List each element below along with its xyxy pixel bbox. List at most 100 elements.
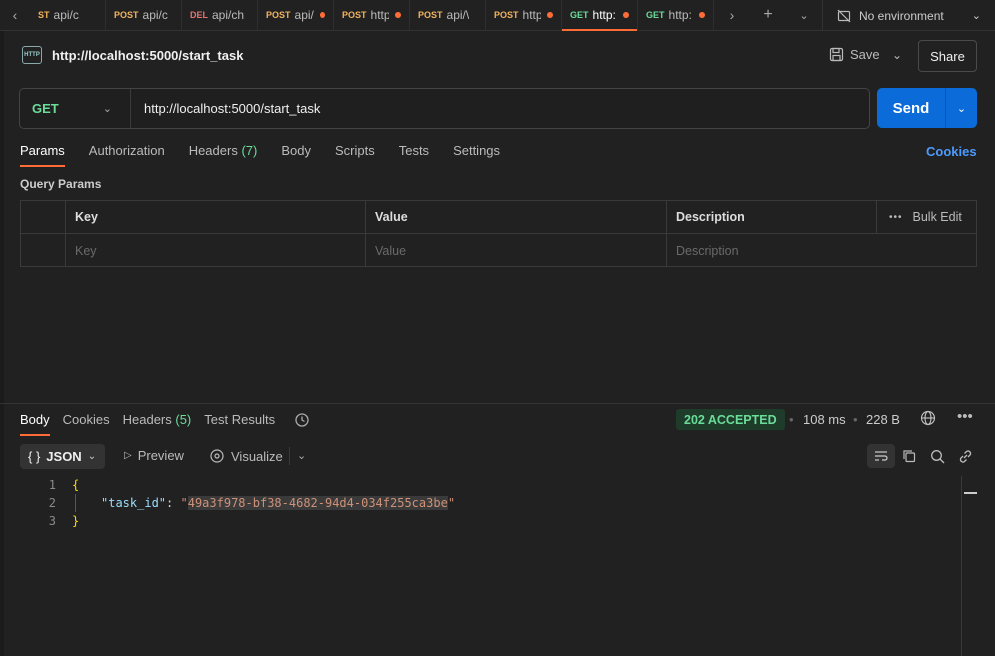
description-input[interactable]: Description: [667, 234, 976, 267]
request-title[interactable]: http://localhost:5000/start_task: [52, 48, 243, 63]
tab-settings[interactable]: Settings: [453, 143, 500, 167]
json-colon: :: [166, 496, 181, 510]
visualize-options-button[interactable]: ⌄: [297, 449, 306, 462]
preview-button[interactable]: ▷ Preview: [124, 448, 184, 463]
response-headers-count: (5): [175, 412, 192, 427]
history-icon[interactable]: [294, 412, 310, 428]
tab-response-headers-label: Headers: [122, 412, 172, 427]
open-tabs: STapi/cPOSTapi/cDELapi/chPOSTapi/.POSTht…: [30, 0, 714, 31]
left-edge: [0, 31, 4, 656]
code-line: 3 }: [20, 512, 960, 530]
share-button[interactable]: Share: [918, 40, 977, 72]
globe-icon[interactable]: [920, 410, 936, 426]
wrap-lines-icon: [873, 449, 889, 463]
tab-scroll-right-button[interactable]: ›: [714, 0, 750, 31]
chevron-down-icon: ⌄: [87, 451, 97, 462]
request-tab[interactable]: POSTapi/.: [258, 0, 334, 31]
tab-label: api/.: [294, 8, 314, 22]
tab-list-button[interactable]: ⌄: [786, 0, 822, 31]
chevron-down-icon: ⌄: [956, 102, 967, 115]
tab-test-results[interactable]: Test Results: [204, 412, 275, 436]
request-tab[interactable]: GET http:,: [638, 0, 714, 31]
request-tab[interactable]: POST api/c: [106, 0, 182, 31]
json-key: "task_id": [101, 496, 167, 510]
line-number: 1: [48, 478, 56, 492]
tab-authorization[interactable]: Authorization: [89, 143, 165, 167]
status-badge[interactable]: 202 ACCEPTED: [676, 409, 785, 430]
table-row: Key Value Description: [21, 234, 976, 267]
pane-divider[interactable]: [0, 403, 995, 404]
separator-dot: •: [789, 412, 794, 427]
bulk-edit-label: Bulk Edit: [912, 210, 962, 224]
json-value: 49a3f978-bf38-4682-94d4-034f255ca3be: [187, 496, 448, 510]
plus-icon: +: [763, 6, 773, 23]
response-size[interactable]: 228 B: [866, 412, 900, 427]
tab-method: GET: [646, 10, 665, 20]
tab-response-cookies[interactable]: Cookies: [63, 412, 110, 436]
scrollbar[interactable]: [961, 476, 962, 656]
chevron-down-icon: ⌄: [102, 103, 112, 115]
request-tab[interactable]: ST api/c: [30, 0, 106, 31]
line-number: 3: [48, 514, 56, 528]
visualize-button[interactable]: Visualize: [209, 448, 283, 464]
environment-select[interactable]: No environment ⌄: [822, 0, 995, 31]
url-input[interactable]: [131, 89, 869, 128]
chevron-down-icon: ⌄: [971, 10, 981, 22]
save-icon: [829, 47, 844, 62]
wrap-lines-button[interactable]: [867, 444, 895, 468]
checkbox-column-header: [21, 201, 66, 233]
request-tab[interactable]: GET http:,: [562, 0, 638, 31]
request-tab[interactable]: POST http: [334, 0, 410, 31]
response-format-select[interactable]: { } JSON ⌄: [20, 444, 105, 469]
tab-tests[interactable]: Tests: [399, 143, 429, 167]
more-horizontal-icon[interactable]: •••: [957, 408, 973, 425]
tab-scripts[interactable]: Scripts: [335, 143, 375, 167]
key-input[interactable]: Key: [66, 234, 366, 267]
method-select[interactable]: GET ⌄: [20, 89, 131, 128]
code-text: }: [72, 514, 80, 528]
value-input[interactable]: Value: [366, 234, 667, 267]
tab-response-headers[interactable]: Headers (5): [123, 412, 192, 436]
save-options-button[interactable]: ⌄: [892, 48, 902, 62]
query-params-label: Query Params: [20, 177, 102, 191]
bulk-edit-button[interactable]: ••• Bulk Edit: [877, 201, 976, 233]
toolbar-divider: [289, 447, 290, 465]
tab-response-body[interactable]: Body: [20, 412, 50, 436]
request-tab[interactable]: POST api/\: [410, 0, 486, 31]
copy-button[interactable]: [895, 444, 923, 468]
link-button[interactable]: [951, 444, 979, 468]
tab-method: GET: [570, 10, 589, 20]
response-time[interactable]: 108 ms: [803, 412, 846, 427]
tab-body[interactable]: Body: [281, 143, 311, 167]
tab-method: POST: [418, 10, 443, 20]
tab-params[interactable]: Params: [20, 143, 65, 167]
headers-count: (7): [241, 143, 258, 158]
tab-label: http:,: [668, 8, 694, 22]
cookies-link[interactable]: Cookies: [926, 144, 977, 159]
send-button[interactable]: Send: [877, 88, 945, 128]
tab-label: http: [370, 8, 390, 22]
new-tab-button[interactable]: +: [750, 0, 786, 31]
save-button[interactable]: Save: [829, 47, 880, 62]
response-body-code[interactable]: 1 { 2 "task_id": "49a3f978-bf38-4682-94d…: [20, 476, 960, 530]
tab-headers[interactable]: Headers (7): [189, 143, 258, 167]
send-options-button[interactable]: ⌄: [945, 88, 977, 128]
request-tab[interactable]: POST http: [486, 0, 562, 31]
tab-label: api/c: [53, 8, 79, 22]
tab-scroll-left-button[interactable]: ‹: [0, 0, 30, 31]
visualize-label: Visualize: [231, 448, 283, 464]
scrollbar-thumb[interactable]: [964, 492, 977, 494]
unsaved-dot-icon: [623, 12, 629, 18]
key-column-header: Key: [66, 201, 366, 233]
table-header-row: Key Value Description ••• Bulk Edit: [21, 201, 976, 234]
http-icon: HTTP: [22, 46, 42, 64]
search-button[interactable]: [923, 444, 951, 468]
chevron-left-icon: ‹: [12, 7, 18, 23]
save-label: Save: [850, 47, 880, 62]
tab-label: http: [522, 8, 542, 22]
tab-method: POST: [114, 10, 139, 20]
code-line: 2 "task_id": "49a3f978-bf38-4682-94d4-03…: [20, 494, 960, 512]
tab-label: api/c: [142, 8, 168, 22]
row-checkbox-cell: [21, 234, 66, 267]
request-tab[interactable]: DEL api/ch: [182, 0, 258, 31]
